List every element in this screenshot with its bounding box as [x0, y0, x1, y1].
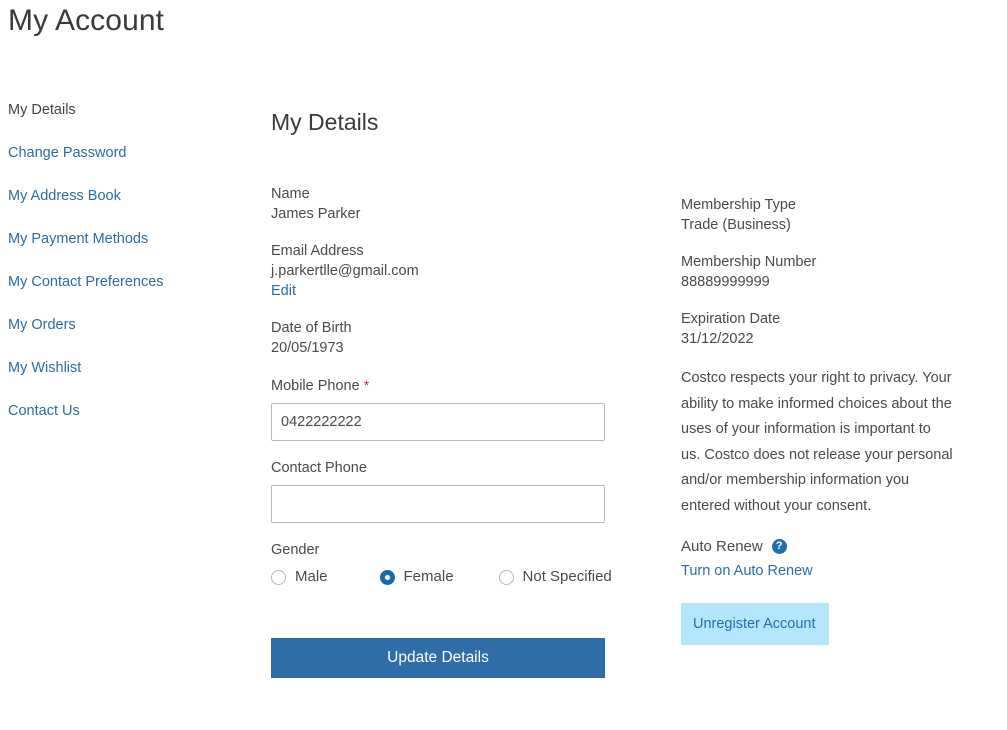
name-field-block: Name James Parker — [271, 184, 616, 224]
privacy-statement: Costco respects your right to privacy. Y… — [681, 370, 953, 514]
membership-number-value: 88889999999 — [681, 274, 770, 290]
unregister-account-link[interactable]: Unregister Account — [681, 602, 829, 645]
sidebar-item-my-contact-preferences[interactable]: My Contact Preferences — [8, 273, 223, 291]
gender-option-female-label: Female — [403, 568, 454, 585]
expiration-date-label: Expiration Date — [681, 311, 781, 327]
email-label: Email Address — [271, 243, 364, 259]
unregister-account-wrap: Unregister Account — [681, 602, 981, 645]
membership-type-value: Trade (Business) — [681, 217, 791, 233]
gender-option-male-label: Male — [295, 568, 328, 585]
sidebar-item-my-address-book[interactable]: My Address Book — [8, 187, 223, 205]
membership-type-label: Membership Type — [681, 197, 796, 213]
mobile-phone-input[interactable] — [271, 403, 605, 441]
gender-option-female[interactable]: Female — [379, 568, 454, 586]
date-of-birth-label: Date of Birth — [271, 320, 352, 336]
mobile-phone-label: Mobile Phone * — [271, 375, 616, 396]
email-field-block: Email Address j.parkertlle@gmail.com Edi… — [271, 241, 616, 301]
help-circle-icon[interactable]: ? — [771, 539, 787, 555]
sidebar-item-change-password[interactable]: Change Password — [8, 144, 223, 162]
name-label: Name — [271, 186, 310, 202]
date-of-birth-field-block: Date of Birth 20/05/1973 — [271, 318, 616, 358]
email-value: j.parkertlle@gmail.com — [271, 263, 419, 279]
membership-number-block: Membership Number 88889999999 — [681, 252, 981, 292]
mobile-phone-field-block: Mobile Phone * — [271, 375, 616, 441]
contact-phone-input[interactable] — [271, 485, 605, 523]
required-asterisk: * — [363, 377, 370, 393]
radio-unchecked-icon — [271, 569, 286, 585]
auto-renew-row: Auto Renew ? — [681, 537, 981, 557]
sidebar-item-my-details[interactable]: My Details — [8, 101, 223, 119]
gender-radio-group: Male Female Not Specified — [271, 568, 616, 586]
edit-email-link[interactable]: Edit — [271, 281, 296, 301]
membership-type-block: Membership Type Trade (Business) — [681, 195, 981, 235]
gender-label: Gender — [271, 542, 320, 558]
sidebar-item-my-payment-methods[interactable]: My Payment Methods — [8, 230, 223, 248]
radio-checked-icon — [379, 569, 395, 585]
contact-phone-label: Contact Phone — [271, 460, 367, 476]
account-sidebar-nav: My Details Change Password My Address Bo… — [8, 101, 223, 445]
update-details-button[interactable]: Update Details — [271, 638, 605, 678]
sidebar-item-my-wishlist[interactable]: My Wishlist — [8, 359, 223, 377]
gender-field-block: Gender Male Female Not Specified — [271, 540, 616, 586]
membership-number-label: Membership Number — [681, 254, 817, 270]
turn-on-auto-renew-link[interactable]: Turn on Auto Renew — [681, 561, 981, 581]
mobile-phone-label-text: Mobile Phone — [271, 378, 360, 394]
membership-info-panel: Membership Type Trade (Business) Members… — [681, 195, 981, 645]
sidebar-item-contact-us[interactable]: Contact Us — [8, 402, 223, 420]
radio-unchecked-icon — [498, 569, 514, 585]
name-value: James Parker — [271, 206, 361, 222]
gender-option-male[interactable]: Male — [271, 568, 328, 586]
expiration-date-block: Expiration Date 31/12/2022 — [681, 309, 981, 349]
sidebar-item-my-orders[interactable]: My Orders — [8, 316, 223, 334]
page-title: My Account — [8, 4, 165, 37]
contact-phone-field-block: Contact Phone — [271, 458, 616, 523]
expiration-date-value: 31/12/2022 — [681, 331, 754, 347]
auto-renew-label: Auto Renew — [681, 537, 763, 555]
gender-option-not-specified[interactable]: Not Specified — [498, 568, 612, 586]
gender-option-not-specified-label: Not Specified — [522, 568, 612, 585]
section-heading: My Details — [271, 109, 379, 135]
date-of-birth-value: 20/05/1973 — [271, 340, 344, 356]
my-details-form-section: My Details Name James Parker Email Addre… — [271, 108, 616, 678]
